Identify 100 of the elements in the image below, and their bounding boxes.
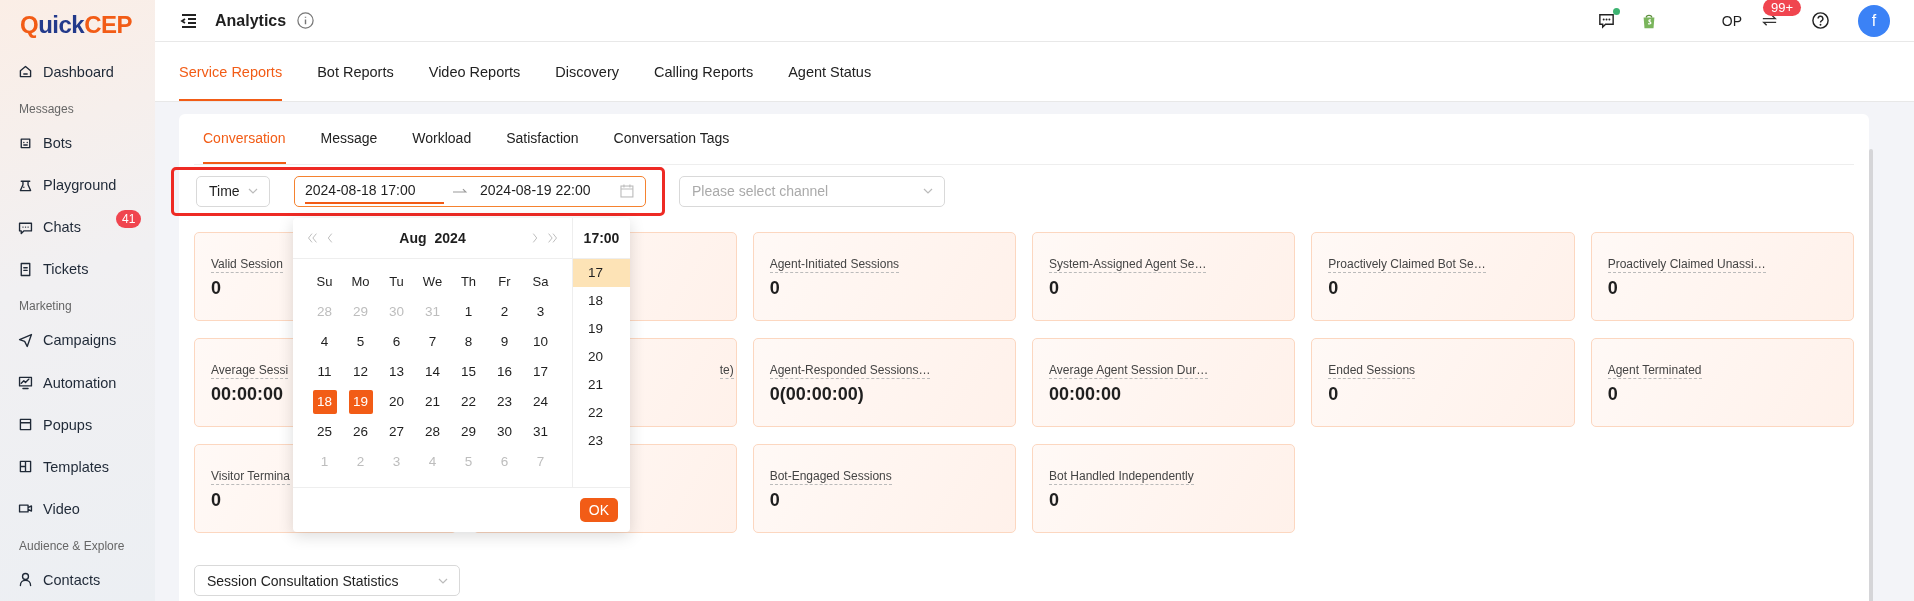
calendar-day[interactable]: 17 xyxy=(528,359,553,384)
calendar-day[interactable]: 26 xyxy=(348,419,373,444)
sidebar-item[interactable]: Tickets xyxy=(0,248,155,291)
sub-tab[interactable]: Conversation Tags xyxy=(613,114,730,164)
sidebar-item[interactable]: Dashboard xyxy=(0,50,155,93)
user-avatar[interactable]: f xyxy=(1858,4,1890,37)
metric-label: Bot-Engaged Sessions xyxy=(769,469,892,485)
weekday-label: Mo xyxy=(350,273,371,291)
year-label[interactable]: 2024 xyxy=(434,229,466,246)
calendar-day[interactable]: 22 xyxy=(456,389,481,414)
calendar-day[interactable]: 28 xyxy=(420,419,445,444)
calendar-day[interactable]: 27 xyxy=(384,419,409,444)
metric-label: Average Agent Session Dur… xyxy=(1049,363,1209,379)
menu-item-icon xyxy=(17,571,34,589)
calendar-day[interactable]: 15 xyxy=(456,359,481,384)
weekday-label: We xyxy=(421,273,444,291)
report-tab[interactable]: Bot Reports xyxy=(317,42,394,101)
report-tab[interactable]: Agent Status xyxy=(788,42,872,101)
calendar-day[interactable]: 10 xyxy=(528,329,553,354)
sidebar-item[interactable]: Automation xyxy=(0,361,155,404)
sub-tab[interactable]: Message xyxy=(320,114,378,164)
calendar-day[interactable]: 3 xyxy=(528,299,553,324)
calendar-day[interactable]: 25 xyxy=(312,419,337,444)
report-tab[interactable]: Video Reports xyxy=(428,42,521,101)
metric-value: 0 xyxy=(769,278,780,299)
hour-option[interactable]: 21 xyxy=(573,370,630,399)
sidebar-item[interactable]: Campaigns xyxy=(0,319,155,362)
hour-option[interactable]: 23 xyxy=(573,426,630,455)
next-year-icon[interactable] xyxy=(546,230,560,245)
metric-label: Average Sessi xyxy=(211,363,289,379)
calendar-day[interactable]: 5 xyxy=(348,329,373,354)
time-type-select[interactable]: Time xyxy=(196,175,270,207)
calendar-day[interactable]: 23 xyxy=(492,389,517,414)
calendar-day[interactable]: 16 xyxy=(492,359,517,384)
previous-year-icon[interactable] xyxy=(305,230,319,245)
metric-label: Agent-Initiated Sessions xyxy=(769,257,900,273)
sidebar-item[interactable]: Popups xyxy=(0,403,155,446)
sidebar-item[interactable]: Templates xyxy=(0,445,155,488)
weekday-label: Tu xyxy=(388,273,405,291)
metric-value: 00:00:00 xyxy=(1049,384,1122,405)
menu-item-icon xyxy=(17,374,34,391)
weekday-label: Sa xyxy=(531,273,550,291)
logo: QuickCEP xyxy=(19,10,133,41)
section-heading: Audience & Explore xyxy=(18,537,125,555)
sidebar-item[interactable]: Contacts xyxy=(0,558,155,601)
hour-option[interactable]: 19 xyxy=(573,314,630,343)
metric-label: Visitor Termina xyxy=(211,469,290,485)
calendar-day[interactable]: 9 xyxy=(492,329,517,354)
calendar-day[interactable]: 21 xyxy=(420,389,445,414)
sub-tab[interactable]: Satisfaction xyxy=(506,114,579,164)
calendar-day[interactable]: 1 xyxy=(456,299,481,324)
calendar-day[interactable]: 2 xyxy=(492,299,517,324)
calendar-day[interactable]: 7 xyxy=(420,329,445,354)
calendar-day[interactable]: 8 xyxy=(456,329,481,354)
calendar-day[interactable]: 20 xyxy=(384,389,409,414)
date-range-field[interactable]: 2024-08-18 17:00 2024-08-19 22:00 xyxy=(294,175,646,207)
calendar-day[interactable]: 11 xyxy=(312,359,337,384)
weekday-label: Th xyxy=(459,273,478,291)
calendar-day[interactable]: 6 xyxy=(384,329,409,354)
statistics-select[interactable]: Session Consultation Statistics xyxy=(194,565,460,596)
info-icon[interactable] xyxy=(296,11,316,30)
metric-label: Proactively Claimed Unassi… xyxy=(1607,257,1766,273)
calendar-day[interactable]: 30 xyxy=(492,419,517,444)
metric-value: 0(00:00:00) xyxy=(769,384,864,405)
hour-option[interactable]: 22 xyxy=(573,398,630,427)
metric-label: te) xyxy=(719,363,734,379)
sidebar-item[interactable]: Chats 41 xyxy=(0,206,155,249)
metric-value: 0 xyxy=(1607,384,1618,405)
scrollbar[interactable] xyxy=(1869,149,1873,601)
chat-icon[interactable] xyxy=(1596,11,1616,30)
month-label[interactable]: Aug xyxy=(399,229,427,246)
calendar-day[interactable]: 31 xyxy=(528,419,553,444)
calendar-day[interactable]: 12 xyxy=(348,359,373,384)
metric-label: Proactively Claimed Bot Se… xyxy=(1328,257,1486,273)
section-heading: Marketing xyxy=(18,298,72,316)
sidebar-item[interactable]: Bots xyxy=(0,121,155,164)
weekday-label: Fr xyxy=(497,273,512,291)
calendar-day[interactable]: 29 xyxy=(456,419,481,444)
notification-badge: 99+ xyxy=(1763,0,1802,16)
calendar-day[interactable]: 13 xyxy=(384,359,409,384)
report-tab[interactable]: Discovery xyxy=(555,42,619,101)
calendar-day[interactable]: 24 xyxy=(528,389,553,414)
calendar-day[interactable]: 14 xyxy=(420,359,445,384)
section-heading: Messages xyxy=(18,100,74,118)
calendar-day[interactable]: 4 xyxy=(312,329,337,354)
hour-option[interactable]: 17 xyxy=(573,258,630,287)
help-icon[interactable] xyxy=(1811,11,1830,30)
metric-label: Valid Session xyxy=(211,257,283,273)
shop-name: OP xyxy=(1721,12,1742,29)
sub-tab[interactable]: Workload xyxy=(412,114,472,164)
metric-value: 0 xyxy=(1328,384,1339,405)
metric-label: System-Assigned Agent Se… xyxy=(1049,257,1207,273)
report-tab[interactable]: Calling Reports xyxy=(654,42,754,101)
hour-option[interactable]: 18 xyxy=(573,286,630,315)
sidebar-item[interactable]: Video xyxy=(0,487,155,530)
calendar-icon[interactable] xyxy=(619,183,635,199)
weekday-label: Su xyxy=(315,273,334,291)
metric-value: 0 xyxy=(1049,490,1059,511)
sidebar-item[interactable]: Playground xyxy=(0,164,155,207)
hour-option[interactable]: 20 xyxy=(573,342,630,371)
